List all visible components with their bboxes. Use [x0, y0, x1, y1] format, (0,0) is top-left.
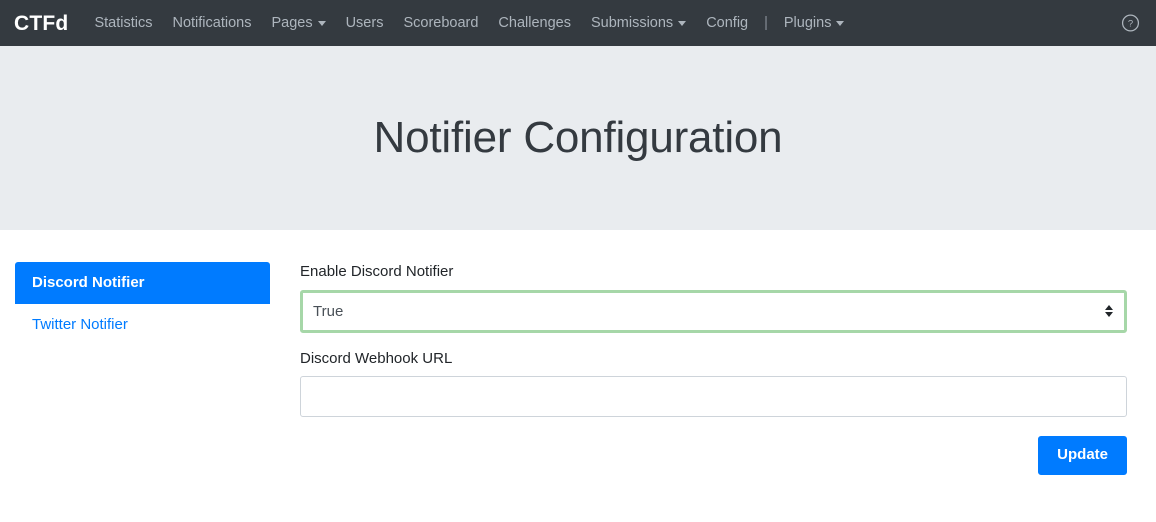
- nav-item-statistics[interactable]: Statistics: [84, 0, 162, 46]
- enable-notifier-label: Enable Discord Notifier: [300, 263, 454, 280]
- sidebar-item-twitter-notifier[interactable]: Twitter Notifier: [15, 303, 270, 345]
- sidebar-item-discord-notifier[interactable]: Discord Notifier: [15, 262, 270, 304]
- nav-link-statistics[interactable]: Statistics: [84, 0, 162, 46]
- nav-item-submissions[interactable]: Submissions: [581, 0, 696, 46]
- nav-link-scoreboard[interactable]: Scoreboard: [393, 0, 488, 46]
- nav-item-plugins[interactable]: Plugins: [774, 0, 855, 46]
- nav-link-plugins[interactable]: Plugins: [774, 0, 855, 46]
- notifier-list-group: Discord Notifier Twitter Notifier: [15, 262, 270, 345]
- main-content: Discord Notifier Twitter Notifier Enable…: [0, 230, 1156, 475]
- notifier-config-form: Enable Discord Notifier True False Disco…: [300, 262, 1127, 475]
- brand-logo[interactable]: CTFd: [14, 13, 68, 34]
- webhook-url-group: Discord Webhook URL: [300, 349, 1127, 417]
- update-button[interactable]: Update: [1038, 436, 1127, 475]
- webhook-url-input[interactable]: [300, 376, 1127, 417]
- chevron-down-icon: [678, 20, 687, 26]
- main-navbar: CTFd Statistics Notifications Pages User…: [0, 0, 1156, 46]
- nav-item-pages[interactable]: Pages: [261, 0, 335, 46]
- webhook-url-label: Discord Webhook URL: [300, 349, 453, 367]
- nav-item-scoreboard[interactable]: Scoreboard: [393, 0, 488, 46]
- navbar-divider: |: [758, 0, 774, 46]
- chevron-down-icon: [836, 20, 845, 26]
- navbar-divider-label: |: [764, 15, 768, 31]
- nav-link-pages-label: Pages: [271, 14, 313, 31]
- nav-item-users[interactable]: Users: [336, 0, 394, 46]
- nav-link-plugins-label: Plugins: [783, 14, 832, 31]
- navbar-right-actions: ?: [1121, 14, 1140, 33]
- nav-link-submissions[interactable]: Submissions: [581, 0, 696, 46]
- form-actions: Update: [300, 436, 1127, 475]
- nav-link-config[interactable]: Config: [696, 0, 758, 46]
- page-hero: Notifier Configuration: [0, 46, 1156, 230]
- chevron-down-icon: [317, 20, 326, 26]
- navbar-menu: Statistics Notifications Pages Users Sco…: [84, 0, 854, 46]
- nav-link-pages[interactable]: Pages: [261, 0, 335, 46]
- notifier-sidebar: Discord Notifier Twitter Notifier: [15, 262, 270, 345]
- nav-link-users[interactable]: Users: [336, 0, 394, 46]
- svg-text:?: ?: [1128, 19, 1133, 30]
- nav-item-config[interactable]: Config: [696, 0, 758, 46]
- nav-link-submissions-label: Submissions: [590, 14, 674, 31]
- page-title: Notifier Configuration: [373, 112, 783, 162]
- question-circle-icon[interactable]: ?: [1121, 14, 1140, 33]
- enable-notifier-group: Enable Discord Notifier True False: [300, 262, 1127, 333]
- nav-item-challenges[interactable]: Challenges: [488, 0, 581, 46]
- nav-link-notifications[interactable]: Notifications: [162, 0, 261, 46]
- enable-notifier-select-wrapper: True False: [300, 289, 1127, 333]
- enable-notifier-select[interactable]: True False: [300, 289, 1127, 333]
- nav-link-challenges[interactable]: Challenges: [488, 0, 581, 46]
- nav-item-notifications[interactable]: Notifications: [162, 0, 261, 46]
